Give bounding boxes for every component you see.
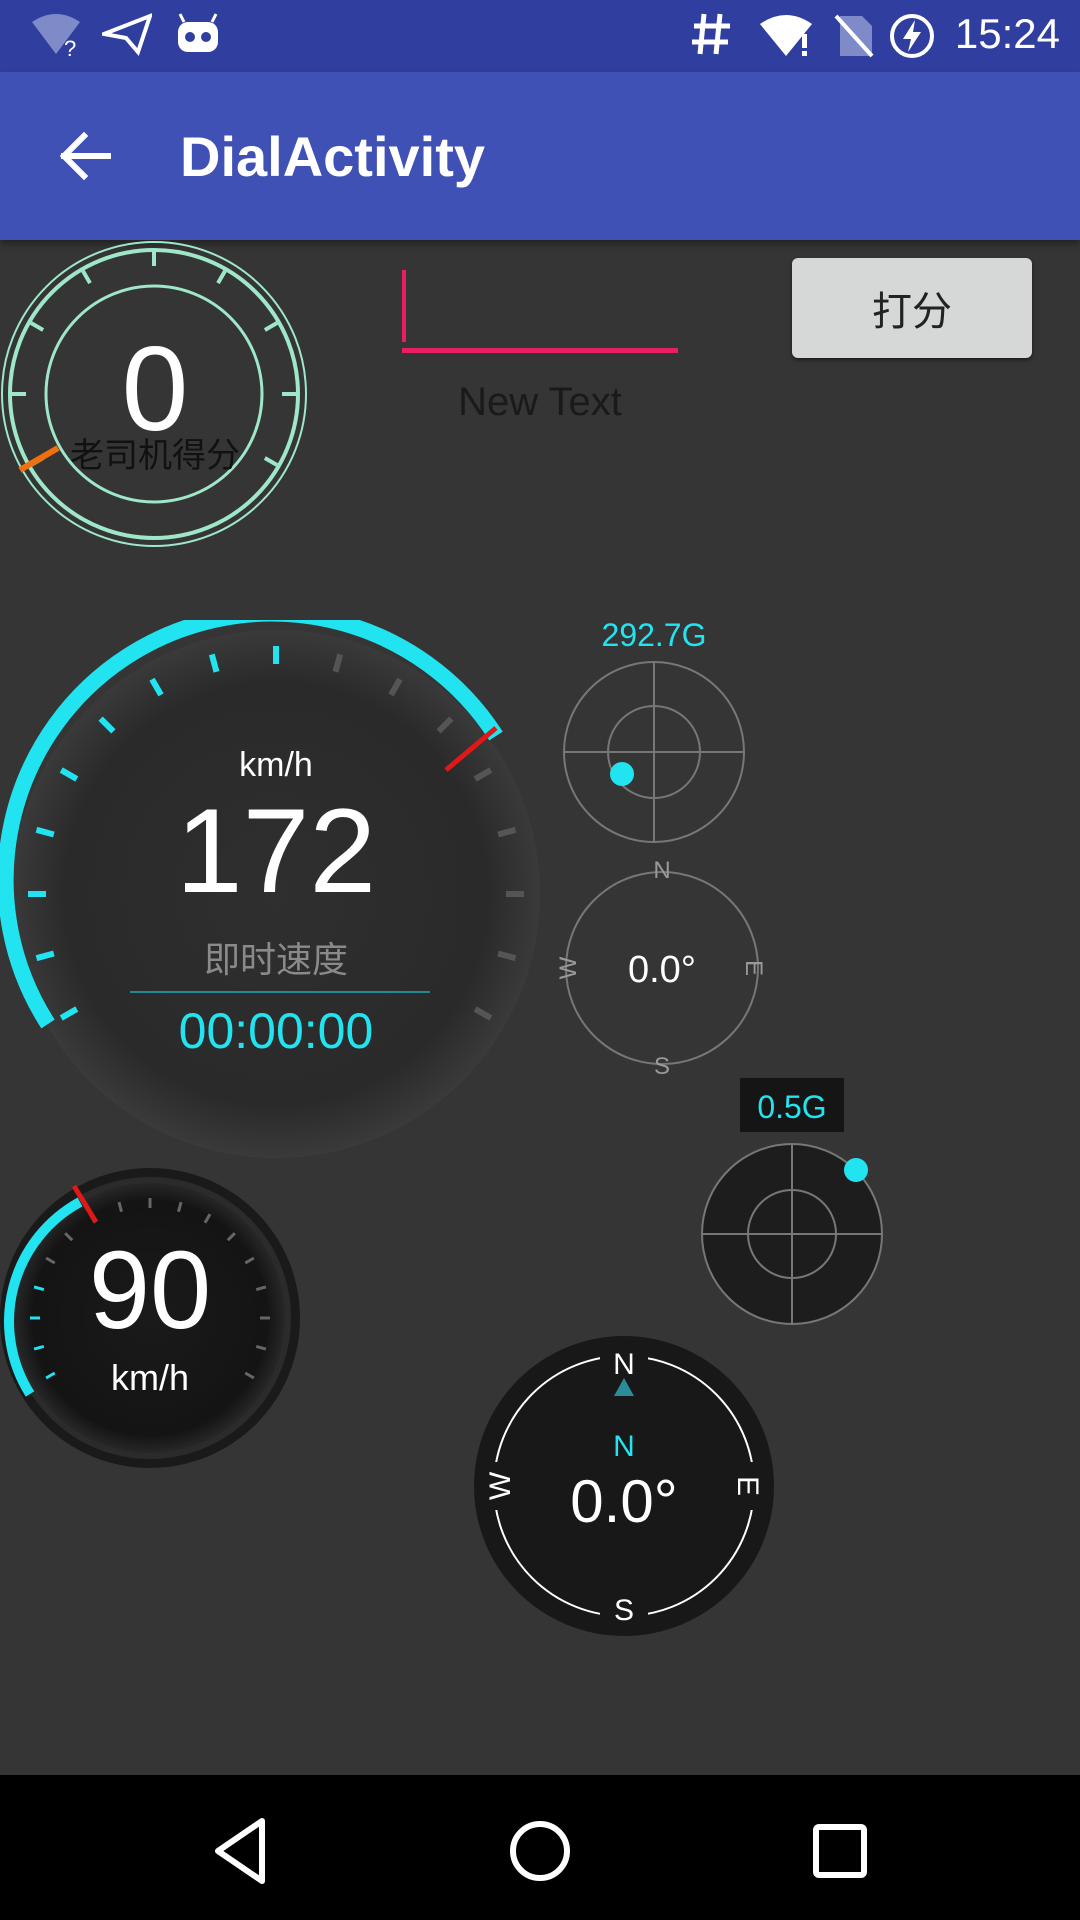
dial-tick — [263, 456, 278, 467]
compass-small-e: E — [740, 960, 767, 976]
arrow-back-icon[interactable] — [52, 124, 116, 188]
g-sensor-value: 292.7G — [602, 617, 707, 653]
compass-dark-w: W — [484, 1471, 517, 1500]
hash-icon — [692, 13, 730, 55]
compass-dark-s: S — [614, 1594, 634, 1627]
dial-tick — [263, 321, 278, 332]
rate-button[interactable]: 打分 — [792, 258, 1032, 358]
compass-dark-direction: N — [613, 1430, 635, 1463]
compass-dark-e: E — [731, 1476, 764, 1496]
status-bar: ? 15:24 — [0, 0, 1080, 72]
compass-small-heading: 0.0° — [628, 949, 696, 991]
compass-dark: N S E W N 0.0° — [474, 1336, 774, 1636]
compass-small-w: W — [555, 956, 582, 979]
home-icon[interactable] — [500, 1811, 580, 1891]
speed-timer: 00:00:00 — [179, 1003, 374, 1059]
wifi-alert-icon — [760, 15, 812, 56]
text-input[interactable] — [402, 348, 678, 353]
dial-tick — [216, 270, 227, 285]
android-icon — [178, 13, 218, 52]
recents-icon[interactable] — [800, 1811, 880, 1891]
g-sensor: 292.7G — [563, 617, 745, 843]
dial-tick — [81, 270, 92, 285]
nav-bar — [0, 1775, 1080, 1920]
speed-label: 即时速度 — [204, 940, 348, 981]
g-sensor-dot — [610, 762, 634, 786]
page-title: DialActivity — [180, 125, 485, 188]
g-sensor-dark-value: 0.5G — [757, 1089, 826, 1125]
speed-unit: km/h — [239, 746, 313, 784]
back-icon[interactable] — [200, 1811, 280, 1891]
compass-small-s: S — [654, 1053, 670, 1080]
g-sensor-dark: 0.5G — [701, 1089, 883, 1325]
speed-value: 172 — [176, 784, 376, 918]
speedometer-small: 90 km/h — [0, 1168, 300, 1468]
no-sim-icon — [834, 14, 874, 58]
small-speed-unit: km/h — [111, 1357, 189, 1398]
compass-small-n: N — [653, 857, 670, 884]
wifi-question-icon: ? — [32, 14, 80, 60]
battery-charging-icon — [890, 14, 934, 58]
score-label: 老司机得分 — [70, 436, 240, 476]
dial-tick — [30, 321, 45, 332]
send-icon — [102, 13, 152, 56]
speedometer: km/h 172 即时速度 00:00:00 — [0, 620, 540, 1158]
compass-dark-n: N — [613, 1348, 635, 1381]
new-text-label: New Text — [458, 380, 622, 424]
compass-small: N S E W 0.0° — [555, 857, 767, 1080]
status-time: 15:24 — [954, 10, 1060, 57]
g-sensor-dark-dot — [844, 1158, 868, 1182]
app-bar: DialActivity — [0, 72, 1080, 240]
compass-dark-heading: 0.0° — [570, 1468, 677, 1535]
text-cursor — [402, 270, 406, 342]
small-speed-value: 90 — [89, 1229, 211, 1352]
svg-text:?: ? — [64, 36, 76, 60]
